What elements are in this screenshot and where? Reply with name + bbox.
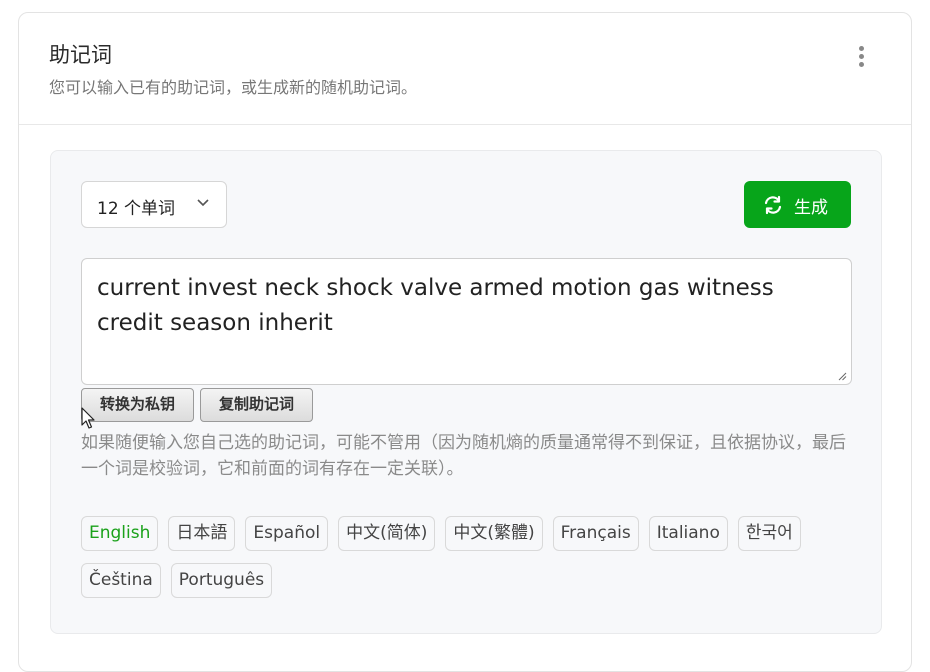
mnemonic-hint: 如果随便输入您自己选的助记词，可能不管用（因为随机熵的质量通常得不到保证，且依据… <box>81 433 846 479</box>
language-chip-chinese-traditional[interactable]: 中文(繁體) <box>445 516 543 551</box>
chevron-down-icon <box>197 199 209 207</box>
word-count-select[interactable]: 12 个单词 <box>81 181 227 228</box>
resize-handle-icon[interactable] <box>838 372 847 381</box>
language-chip-korean[interactable]: 한국어 <box>737 516 801 551</box>
language-chip-spanish[interactable]: Español <box>245 516 329 551</box>
language-chip-italian[interactable]: Italiano <box>648 516 728 551</box>
mnemonic-card: 助记词 您可以输入已有的助记词，或生成新的随机助记词。 12 个单词 生成 cu… <box>18 12 912 672</box>
refresh-icon <box>764 195 782 215</box>
generate-label: 生成 <box>794 198 828 218</box>
mnemonic-text: current invest neck shock valve armed mo… <box>97 275 774 336</box>
word-count-value: 12 个单词 <box>97 199 176 219</box>
mnemonic-textarea[interactable]: current invest neck shock valve armed mo… <box>81 258 852 385</box>
language-chip-japanese[interactable]: 日本語 <box>168 516 236 551</box>
convert-to-private-key-button[interactable]: 转换为私钥 <box>81 388 194 422</box>
copy-mnemonic-button[interactable]: 复制助记词 <box>200 388 313 422</box>
language-chip-czech[interactable]: Čeština <box>81 563 161 598</box>
kebab-menu-icon[interactable] <box>853 46 869 72</box>
page-subtitle: 您可以输入已有的助记词，或生成新的随机助记词。 <box>49 78 418 97</box>
language-chip-chinese-simplified[interactable]: 中文(简体) <box>338 516 436 551</box>
mnemonic-panel: 12 个单词 生成 current invest neck shock valv… <box>50 150 882 634</box>
language-chip-portuguese[interactable]: Português <box>170 563 273 598</box>
page-title: 助记词 <box>49 43 112 67</box>
language-chip-english[interactable]: English <box>81 516 159 551</box>
generate-button[interactable]: 生成 <box>744 181 851 228</box>
card-header: 助记词 您可以输入已有的助记词，或生成新的随机助记词。 <box>19 13 911 125</box>
language-chip-french[interactable]: Français <box>552 516 639 551</box>
language-list: English 日本語 Español 中文(简体) 中文(繁體) França… <box>81 516 861 610</box>
